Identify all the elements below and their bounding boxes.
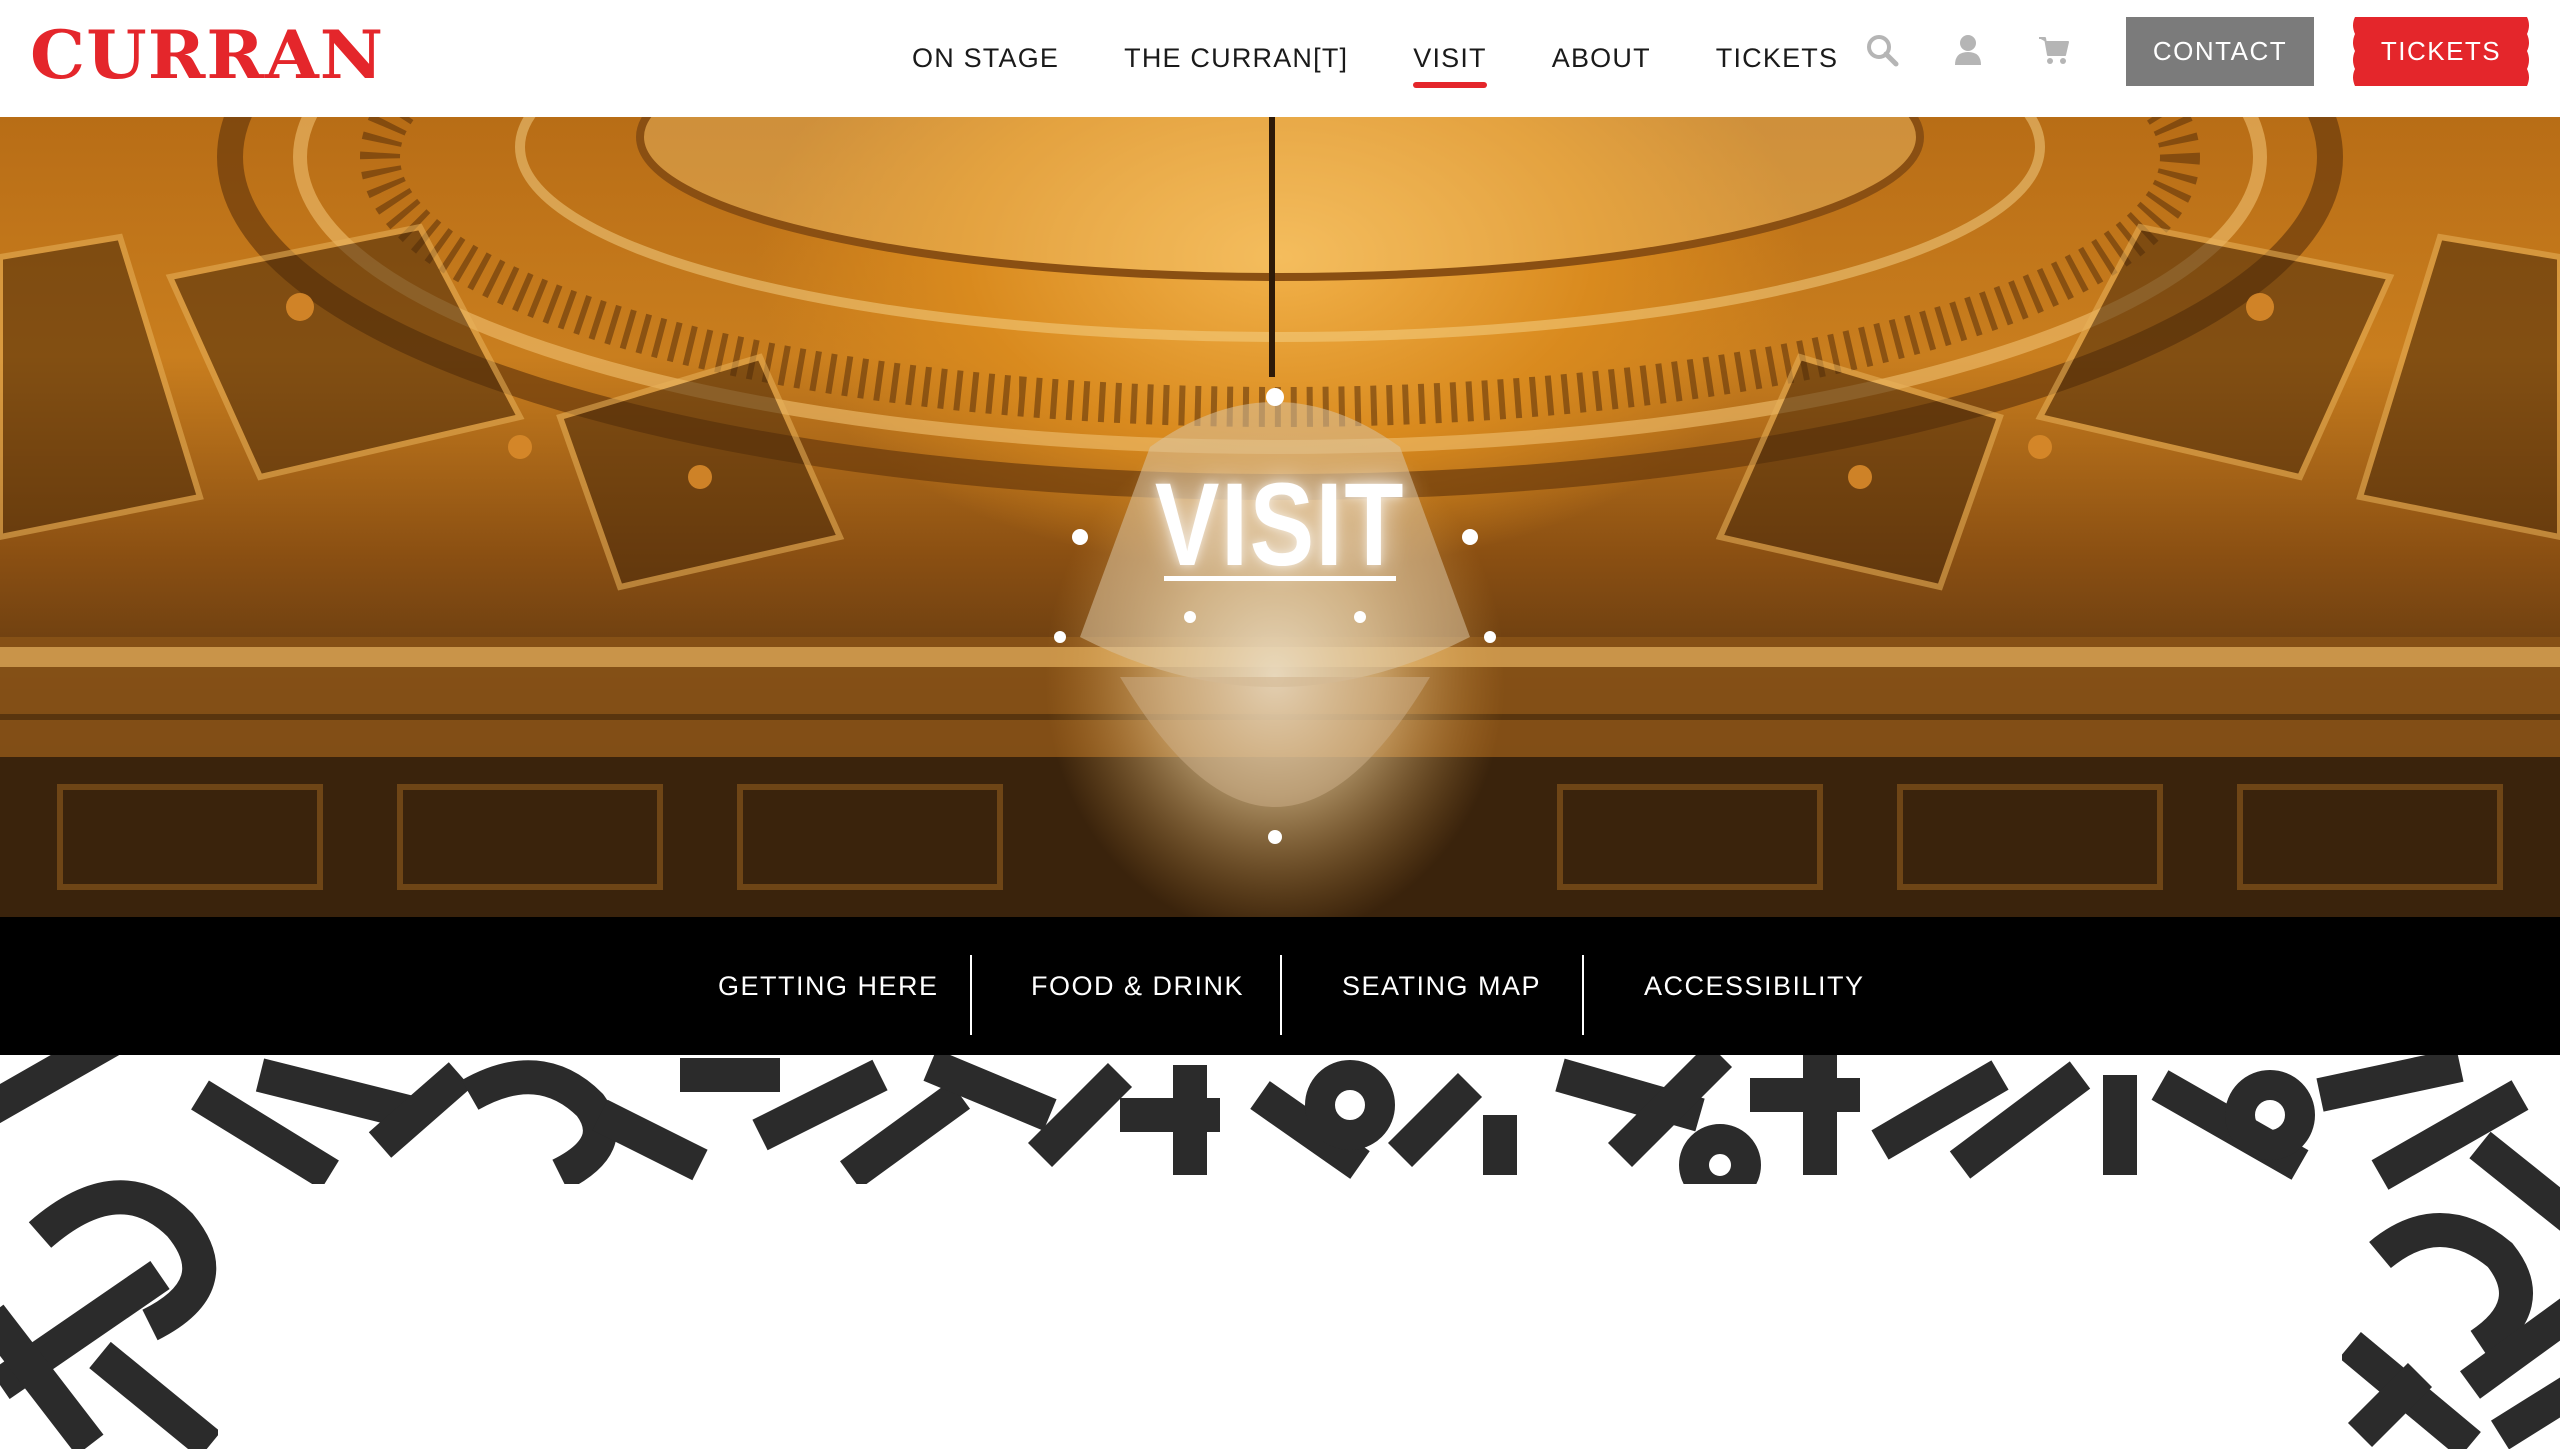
hero-banner: VISIT xyxy=(0,117,2560,917)
nav-label: VISIT xyxy=(1413,43,1487,73)
nav-label: ON STAGE xyxy=(912,43,1060,73)
nav-label: TICKETS xyxy=(1715,43,1839,73)
nav-active-underline xyxy=(1413,82,1487,88)
content-area xyxy=(218,1184,2342,1449)
decorative-pattern xyxy=(0,1055,2560,1449)
subnav-divider xyxy=(1582,955,1584,1035)
subnav-divider xyxy=(1280,955,1282,1035)
nav-label: THE CURRAN[T] xyxy=(1124,43,1349,73)
site-header: CURRAN ON STAGE THE CURRAN[T] VISIT ABOU… xyxy=(0,0,2560,117)
nav-the-curran-t[interactable]: THE CURRAN[T] xyxy=(1124,0,1348,117)
subnav-divider xyxy=(970,955,972,1035)
nav-on-stage[interactable]: ON STAGE xyxy=(912,0,1059,117)
subnav-accessibility[interactable]: ACCESSIBILITY xyxy=(1644,917,1865,1055)
cart-icon[interactable] xyxy=(2034,30,2074,70)
visit-subnav: GETTING HERE FOOD & DRINK SEATING MAP AC… xyxy=(0,917,2560,1055)
user-icon[interactable] xyxy=(1948,30,1988,70)
search-icon[interactable] xyxy=(1862,30,1902,70)
nav-tickets[interactable]: TICKETS xyxy=(1716,0,1838,117)
nav-label: ABOUT xyxy=(1551,43,1651,73)
contact-button[interactable]: CONTACT xyxy=(2126,17,2314,86)
curran-logo[interactable]: CURRAN xyxy=(30,22,384,88)
main-nav: ON STAGE THE CURRAN[T] VISIT ABOUT TICKE… xyxy=(912,0,1903,117)
nav-about[interactable]: ABOUT xyxy=(1552,0,1651,117)
subnav-seating-map[interactable]: SEATING MAP xyxy=(1342,917,1541,1055)
page-title: VISIT xyxy=(1154,459,1406,591)
subnav-food-drink[interactable]: FOOD & DRINK xyxy=(1031,917,1244,1055)
ticket-notch xyxy=(2527,17,2531,86)
tickets-button-label: TICKETS xyxy=(2380,36,2502,66)
ticket-notch xyxy=(2351,17,2355,86)
tickets-button[interactable]: TICKETS xyxy=(2351,17,2531,86)
nav-visit[interactable]: VISIT xyxy=(1413,0,1487,117)
subnav-getting-here[interactable]: GETTING HERE xyxy=(718,917,939,1055)
title-underline xyxy=(1164,576,1396,581)
